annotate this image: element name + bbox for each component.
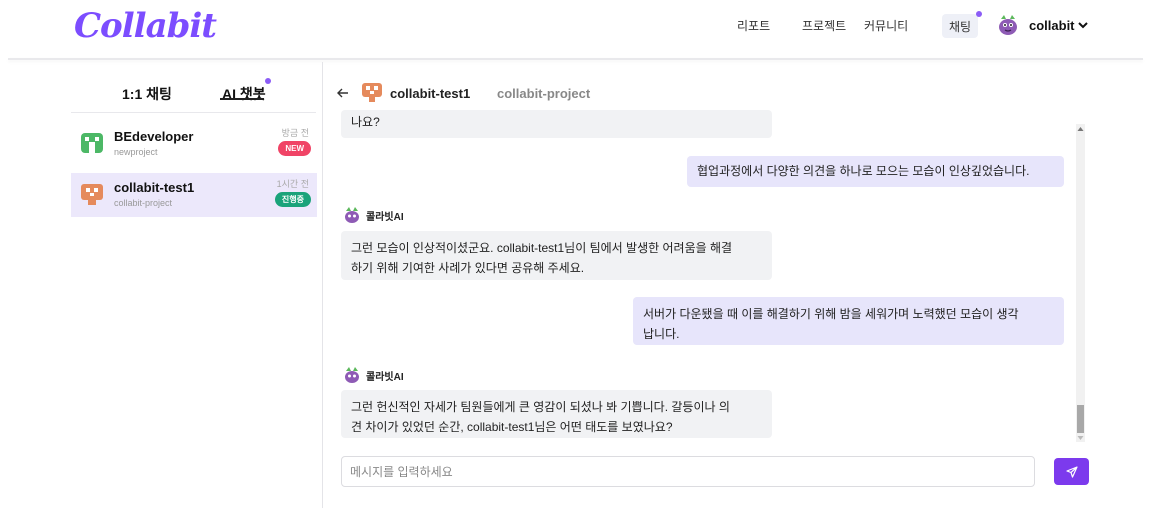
- send-button[interactable]: [1054, 458, 1089, 485]
- user-name[interactable]: collabit: [1029, 18, 1075, 33]
- user-message-bubble: 서버가 다운됐을 때 이를 해결하기 위해 밤을 세워가며 노력했던 모습이 생…: [633, 297, 1064, 345]
- ai-message-bubble: 그런 헌신적인 자세가 팀원들에게 큰 영감이 되셨나 봐 기쁩니다. 갈등이나…: [341, 390, 772, 438]
- nav-report[interactable]: 리포트: [737, 17, 770, 34]
- in-progress-badge: 진행중: [274, 192, 311, 207]
- tab-active-indicator: [220, 98, 264, 100]
- chat-project-name: collabit-project: [497, 86, 591, 101]
- ai-tab-notification-dot: [265, 78, 271, 84]
- message-text: 나요?: [351, 115, 380, 129]
- user-avatar-icon[interactable]: [996, 13, 1020, 37]
- back-arrow-icon[interactable]: [337, 88, 349, 98]
- room-name: collabit-test1: [114, 180, 195, 195]
- message-input[interactable]: [341, 456, 1035, 487]
- collabit-logo[interactable]: Collabit: [74, 6, 217, 46]
- ai-message-bubble: 그런 모습이 인상적이셨군요. collabit-test1님이 팀에서 발생한…: [341, 231, 772, 280]
- send-icon: [1065, 465, 1078, 478]
- room-project: newproject: [114, 147, 158, 157]
- room-name: BEdeveloper: [114, 129, 194, 144]
- header-divider: [8, 58, 1143, 60]
- new-badge: NEW: [278, 141, 311, 156]
- ai-sender-name: 콜라빗AI: [366, 211, 404, 223]
- scroll-up-arrow-icon[interactable]: [1077, 126, 1084, 132]
- scrollbar-thumb[interactable]: [1077, 405, 1084, 433]
- ai-sender-label: 콜라빗AI: [343, 206, 404, 224]
- message-text: 납니다.: [643, 327, 680, 341]
- room-time: 방금 전: [281, 128, 309, 138]
- ai-avatar-icon: [345, 207, 359, 223]
- ai-avatar-icon: [345, 367, 359, 383]
- tabs-divider: [71, 112, 316, 113]
- tab-direct-chat[interactable]: 1:1 채팅: [122, 84, 172, 104]
- room-project: collabit-project: [114, 198, 173, 208]
- orange-avatar-icon: [362, 83, 382, 102]
- room-time: 1시간 전: [276, 179, 309, 189]
- tab-ai-chatbot[interactable]: AI 챗봇: [222, 84, 266, 104]
- chat-partner-name: collabit-test1: [390, 86, 471, 101]
- message-text: 서버가 다운됐을 때 이를 해결하기 위해 밤을 세워가며 노력했던 모습이 생…: [643, 307, 1019, 321]
- orange-avatar-icon: [81, 184, 103, 205]
- nav-project[interactable]: 프로젝트: [802, 17, 846, 34]
- chevron-down-icon[interactable]: [1077, 19, 1089, 31]
- user-message-bubble: 협업과정에서 다양한 의견을 하나로 모으는 모습이 인상깊었습니다.: [687, 156, 1064, 187]
- scroll-down-arrow-icon[interactable]: [1077, 435, 1084, 441]
- message-text: 견 차이가 있었던 순간, collabit-test1님은 어떤 태도를 보였…: [351, 420, 673, 434]
- chat-room-item[interactable]: BEdeveloper newproject 방금 전 NEW: [71, 122, 317, 166]
- panel-divider: [322, 62, 323, 508]
- ai-sender-label: 콜라빗AI: [343, 366, 404, 384]
- ai-message-bubble: 나요?: [341, 110, 772, 138]
- message-text: 협업과정에서 다양한 의견을 하나로 모으는 모습이 인상깊었습니다.: [697, 164, 1030, 178]
- green-avatar-icon: [81, 133, 103, 153]
- nav-community[interactable]: 커뮤니티: [864, 17, 908, 34]
- message-text: 하기 위해 기여한 사례가 있다면 공유해 주세요.: [351, 261, 585, 275]
- nav-chat-label: 채팅: [948, 19, 972, 34]
- nav-chat[interactable]: 채팅: [942, 14, 978, 38]
- top-header: Collabit 리포트 프로젝트 커뮤니티 채팅 collabit: [0, 0, 1153, 58]
- message-scrollbar[interactable]: [1076, 124, 1085, 442]
- ai-sender-name: 콜라빗AI: [366, 371, 404, 383]
- message-text: 그런 모습이 인상적이셨군요. collabit-test1님이 팀에서 발생한…: [351, 241, 733, 255]
- message-text: 그런 헌신적인 자세가 팀원들에게 큰 영감이 되셨나 봐 기쁩니다. 갈등이나…: [351, 400, 730, 414]
- chat-notification-dot: [976, 11, 982, 17]
- chat-room-item-selected[interactable]: collabit-test1 collabit-project 1시간 전 진행…: [71, 173, 317, 217]
